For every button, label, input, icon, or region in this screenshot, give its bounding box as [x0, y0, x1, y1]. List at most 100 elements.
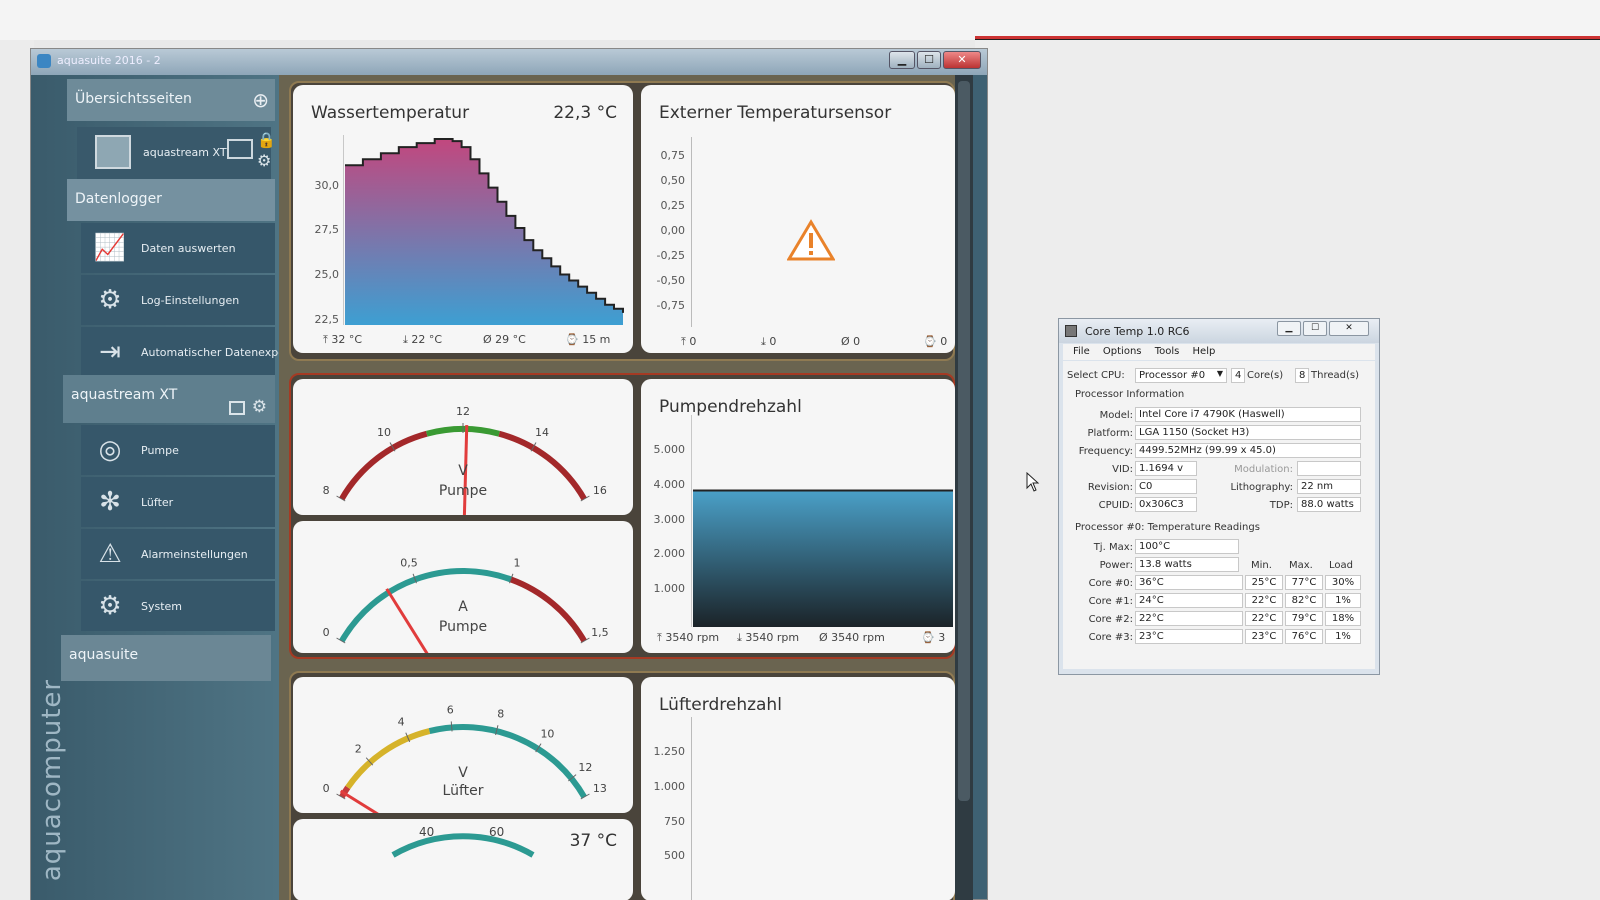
- stat-duration: ⌚ 15 m: [565, 333, 611, 346]
- aquasuite-app-icon: [37, 54, 51, 68]
- minimize-button[interactable]: ▁: [889, 51, 915, 69]
- core-max: 76°C: [1285, 629, 1323, 644]
- column-load: Load: [1329, 560, 1353, 571]
- gauge-tick-label: 10: [540, 727, 554, 740]
- stat-duration: ⌚ 0: [923, 335, 948, 348]
- menu-help[interactable]: Help: [1193, 346, 1216, 357]
- sidebar-item-pumpe[interactable]: ◎ Pumpe: [81, 425, 275, 475]
- pump-current-gauge[interactable]: 0 0,5 1 1,5 A Pumpe: [293, 521, 633, 653]
- gauge-tick-label: 12: [578, 761, 592, 774]
- tjmax-value: 100°C: [1135, 539, 1239, 554]
- core-min: 22°C: [1245, 611, 1283, 626]
- gear-icon: ⚙: [98, 591, 122, 621]
- core-max: 79°C: [1285, 611, 1323, 626]
- close-button[interactable]: ✕: [943, 51, 981, 69]
- gauge-tick-label: 6: [447, 704, 454, 717]
- water-temperature-panel[interactable]: Wassertemperatur 22,3 °C 30,0 27,5 25,0 …: [293, 85, 633, 353]
- temperature-value: 37 °C: [569, 831, 617, 851]
- menu-tools[interactable]: Tools: [1155, 346, 1180, 357]
- menu-options[interactable]: Options: [1103, 346, 1142, 357]
- section-label: aquasuite: [69, 647, 139, 663]
- core-min: 23°C: [1245, 629, 1283, 644]
- pump-icon: ◎: [98, 435, 122, 465]
- y-tick-label: 1.250: [653, 745, 686, 758]
- gear-icon[interactable]: ⚙: [257, 151, 271, 170]
- core-temp: 22°C: [1135, 611, 1243, 626]
- fan-voltage-gauge[interactable]: 0 2 4 6 8 10 12 13 V Lüfter: [293, 677, 633, 813]
- external-sensor-panel[interactable]: Externer Temperatursensor 0,75 0,50 0,25…: [641, 85, 955, 353]
- sidebar-section-aquasuite[interactable]: aquasuite: [61, 635, 271, 681]
- gauge-unit: V: [458, 765, 468, 781]
- save-icon[interactable]: [229, 401, 245, 415]
- gauge-label: Lüfter: [442, 783, 484, 799]
- warning-icon: ⚠: [98, 539, 122, 569]
- close-button[interactable]: ✕: [1329, 321, 1369, 336]
- gauge-tick-label: 14: [535, 426, 549, 439]
- coretemp-body: Select CPU: Processor #0 ▼ 4 Core(s) 8 T…: [1063, 361, 1375, 669]
- warning-icon: [787, 219, 835, 261]
- revision-value: C0: [1135, 479, 1197, 494]
- sidebar-item-luefter[interactable]: ✻ Lüfter: [81, 477, 275, 527]
- gauge-tick-label: 1: [514, 557, 521, 570]
- sidebar-section-aquastream[interactable]: aquastream XT ⚙: [63, 375, 275, 423]
- core-label: Core #3:: [1088, 632, 1133, 643]
- add-icon[interactable]: ⊕: [252, 88, 269, 112]
- revision-label: Revision:: [1087, 482, 1133, 493]
- pump-voltage-gauge[interactable]: 8 10 12 14 16 V Pumpe: [293, 379, 633, 515]
- gauge-arc-segment: [391, 833, 535, 858]
- sidebar-item-daten-auswerten[interactable]: 📈 Daten auswerten: [81, 223, 275, 273]
- y-tick-label: -0,25: [656, 249, 685, 262]
- section-label: Übersichtsseiten: [75, 91, 192, 107]
- stat-max: ⤒ 0: [681, 335, 697, 348]
- modulation-value: [1297, 461, 1361, 476]
- pump-speed-chart: [691, 415, 953, 627]
- gear-icon: ⚙: [98, 285, 122, 315]
- aquasuite-titlebar[interactable]: aquasuite 2016 - 2 ▁ ☐ ✕: [31, 49, 987, 75]
- overview-item-aquastream[interactable]: aquastream XT 🔒 ⚙: [77, 127, 276, 181]
- overview-item-label: aquastream XT: [143, 146, 227, 159]
- brand-text: aquacomputer: [37, 678, 68, 882]
- fan-speed-panel[interactable]: Lüfterdrehzahl 1.250 1.000 750 500: [641, 677, 955, 900]
- export-icon: ⇥: [99, 337, 121, 367]
- maximize-button[interactable]: ☐: [917, 51, 941, 69]
- cpu-select[interactable]: Processor #0 ▼: [1135, 368, 1227, 383]
- lock-icon[interactable]: 🔒: [257, 131, 276, 149]
- menu-bar: File Options Tools Help: [1063, 344, 1375, 360]
- pump-speed-panel[interactable]: Pumpendrehzahl 5.000 4.000 3.000 2.000 1…: [641, 379, 955, 653]
- sidebar-section-datalogger[interactable]: Datenlogger: [67, 179, 275, 221]
- minimize-button[interactable]: ▁: [1277, 321, 1301, 336]
- y-tick-label: 1.000: [653, 780, 686, 793]
- gauge-label: Pumpe: [438, 619, 488, 635]
- platform-label: Platform:: [1087, 428, 1133, 439]
- column-min: Min.: [1251, 560, 1272, 571]
- sidebar-item-label: System: [141, 600, 183, 613]
- core-load: 18%: [1325, 611, 1361, 626]
- y-tick-label: 30,0: [314, 179, 340, 192]
- menu-file[interactable]: File: [1073, 346, 1090, 357]
- gauge-unit: V: [458, 463, 468, 479]
- gauge-tick-label: 10: [377, 426, 391, 439]
- temperature-gauge[interactable]: 40 60 37 °C: [293, 819, 633, 900]
- coretemp-titlebar[interactable]: Core Temp 1.0 RC6 ▁ ☐ ✕: [1059, 319, 1379, 343]
- sidebar-item-alarmeinstellungen[interactable]: ⚠ Alarmeinstellungen: [81, 529, 275, 579]
- processor-info-header: Processor Information: [1075, 389, 1185, 400]
- maximize-button[interactable]: ☐: [1303, 321, 1327, 336]
- sidebar-section-overview[interactable]: Übersichtsseiten ⊕: [67, 79, 275, 121]
- y-tick-label: 750: [664, 815, 685, 828]
- gear-icon[interactable]: ⚙: [252, 397, 267, 417]
- y-tick-label: 27,5: [314, 223, 340, 236]
- sidebar-item-datenexport[interactable]: ⇥ Automatischer Datenexport: [81, 327, 294, 377]
- sidebar-item-system[interactable]: ⚙ System: [81, 581, 275, 631]
- select-cpu-label: Select CPU:: [1067, 370, 1125, 381]
- sidebar-item-label: Log-Einstellungen: [141, 294, 240, 307]
- sidebar-item-label: Automatischer Datenexport: [141, 346, 294, 359]
- gauge-unit: A: [458, 599, 468, 615]
- overview-thumbnail: [95, 135, 131, 169]
- scrollbar-thumb[interactable]: [958, 81, 970, 801]
- threads-label: Thread(s): [1311, 370, 1359, 381]
- y-tick-label: -0,75: [656, 299, 685, 312]
- sidebar-item-log-einstellungen[interactable]: ⚙ Log-Einstellungen: [81, 275, 275, 325]
- panel-title: Wassertemperatur: [311, 103, 470, 123]
- area-fill: [693, 490, 953, 627]
- content-scrollbar[interactable]: [955, 75, 973, 900]
